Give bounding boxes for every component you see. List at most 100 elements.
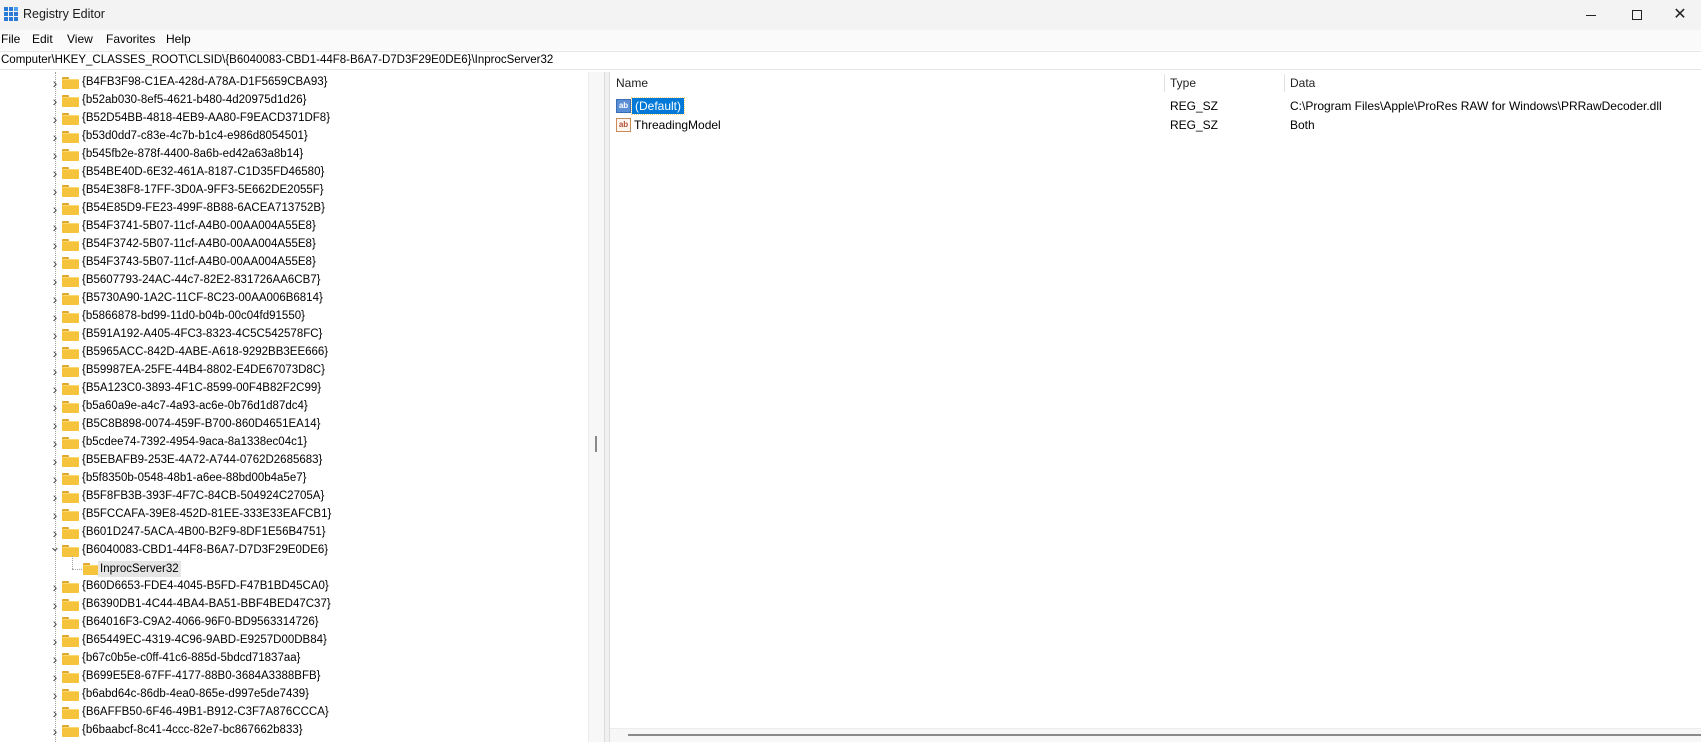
chevron-right-icon[interactable]: › <box>48 652 62 666</box>
column-header-name[interactable]: Name <box>616 76 648 90</box>
chevron-right-icon[interactable]: › <box>48 238 62 252</box>
tree-item[interactable]: › {B6AFFB50-6F46-49B1-B912-C3F7A876CCCA} <box>0 704 588 722</box>
tree-item[interactable]: › {B5607793-24AC-44c7-82E2-831726AA6CB7} <box>0 272 588 290</box>
tree-item[interactable]: › {b6baabcf-8c41-4ccc-82e7-bc867662b833} <box>0 722 588 740</box>
address-path[interactable]: Computer\HKEY_CLASSES_ROOT\CLSID\{B60400… <box>1 54 553 66</box>
address-bar[interactable]: Computer\HKEY_CLASSES_ROOT\CLSID\{B60400… <box>0 51 1701 70</box>
value-row-threadingmodel[interactable]: ab ThreadingModel REG_SZ Both <box>610 116 1701 135</box>
chevron-right-icon[interactable]: › <box>48 580 62 594</box>
chevron-right-icon[interactable]: › <box>48 724 62 738</box>
chevron-right-icon[interactable]: › <box>48 382 62 396</box>
tree-item[interactable]: › {B54F3741-5B07-11cf-A4B0-00AA004A55E8} <box>0 218 588 236</box>
chevron-right-icon[interactable]: › <box>48 292 62 306</box>
tree-item-label[interactable]: {B54BE40D-6E32-461A-8187-C1D35FD46580} <box>82 166 324 178</box>
tree-item[interactable]: › {B4FB3F98-C1EA-428d-A78A-D1F5659CBA93} <box>0 74 588 92</box>
tree-scrollbar[interactable] <box>588 72 604 742</box>
tree-item-label[interactable]: {B5FCCAFA-39E8-452D-81EE-333E33EAFCB1} <box>82 508 331 520</box>
tree-item-label[interactable]: {B5607793-24AC-44c7-82E2-831726AA6CB7} <box>82 274 321 286</box>
chevron-right-icon[interactable]: › <box>48 364 62 378</box>
chevron-right-icon[interactable]: › <box>48 256 62 270</box>
chevron-right-icon[interactable]: › <box>48 328 62 342</box>
value-name[interactable]: (Default) <box>630 97 686 115</box>
tree-item-label[interactable]: {B6040083-CBD1-44F8-B6A7-D7D3F29E0DE6} <box>82 544 328 556</box>
chevron-right-icon[interactable]: › <box>48 94 62 108</box>
chevron-right-icon[interactable]: › <box>48 274 62 288</box>
tree-item-label[interactable]: {B54E85D9-FE23-499F-8B88-6ACEA713752B} <box>82 202 325 214</box>
tree-item[interactable]: › {B52D54BB-4818-4EB9-AA80-F9EACD371DF8} <box>0 110 588 128</box>
column-header-data[interactable]: Data <box>1290 76 1315 90</box>
maximize-button[interactable] <box>1614 0 1660 30</box>
tree-item-label[interactable]: {B54F3743-5B07-11cf-A4B0-00AA004A55E8} <box>82 256 316 268</box>
chevron-right-icon[interactable]: › <box>48 454 62 468</box>
chevron-right-icon[interactable]: › <box>48 202 62 216</box>
chevron-right-icon[interactable]: › <box>48 508 62 522</box>
chevron-right-icon[interactable]: › <box>48 634 62 648</box>
menu-edit[interactable]: Edit <box>32 32 53 46</box>
tree-item-label[interactable]: {B6390DB1-4C44-4BA4-BA51-BBF4BED47C37} <box>82 598 331 610</box>
chevron-right-icon[interactable]: › <box>48 148 62 162</box>
tree-item[interactable]: › {b52ab030-8ef5-4621-b480-4d20975d1d26} <box>0 92 588 110</box>
tree-item[interactable]: ⌄ {B6040083-CBD1-44F8-B6A7-D7D3F29E0DE6} <box>0 540 588 560</box>
chevron-right-icon[interactable]: › <box>48 670 62 684</box>
tree-item[interactable]: › {B54F3742-5B07-11cf-A4B0-00AA004A55E8} <box>0 236 588 254</box>
tree-item-label[interactable]: {B5F8FB3B-393F-4F7C-84CB-504924C2705A} <box>82 490 324 502</box>
tree-scrollbar-thumb[interactable] <box>595 436 597 452</box>
chevron-right-icon[interactable]: › <box>48 418 62 432</box>
tree-item[interactable]: › {b5f8350b-0548-48b1-a6ee-88bd00b4a5e7} <box>0 470 588 488</box>
tree-item-label[interactable]: {B65449EC-4319-4C96-9ABD-E9257D00DB84} <box>82 634 327 646</box>
chevron-right-icon[interactable]: › <box>48 616 62 630</box>
tree-item-label[interactable]: {B4FB3F98-C1EA-428d-A78A-D1F5659CBA93} <box>82 76 327 88</box>
tree-item[interactable]: › {B5EBAFB9-253E-4A72-A744-0762D2685683} <box>0 452 588 470</box>
tree-item-label[interactable]: {B5C8B898-0074-459F-B700-860D4651EA14} <box>82 418 321 430</box>
tree-item-label[interactable]: {b6abd64c-86db-4ea0-865e-d997e5de7439} <box>82 688 309 700</box>
tree-item[interactable]: › {B5730A90-1A2C-11CF-8C23-00AA006B6814} <box>0 290 588 308</box>
chevron-right-icon[interactable]: › <box>48 310 62 324</box>
menu-file[interactable]: File <box>1 32 20 46</box>
tree-item-label[interactable]: {B5965ACC-842D-4ABE-A618-9292BB3EE666} <box>82 346 328 358</box>
tree-item[interactable]: › {b5cdee74-7392-4954-9aca-8a1338ec04c1} <box>0 434 588 452</box>
chevron-right-icon[interactable]: › <box>48 184 62 198</box>
tree-item-label[interactable]: {B64016F3-C9A2-4066-96F0-BD9563314726} <box>82 616 319 628</box>
tree-item-label[interactable]: {b5866878-bd99-11d0-b04b-00c04fd91550} <box>82 310 305 322</box>
tree-item-label[interactable]: {b52ab030-8ef5-4621-b480-4d20975d1d26} <box>82 94 306 106</box>
chevron-right-icon[interactable]: › <box>48 490 62 504</box>
chevron-right-icon[interactable]: › <box>48 688 62 702</box>
chevron-right-icon[interactable]: › <box>48 220 62 234</box>
chevron-right-icon[interactable]: › <box>48 130 62 144</box>
chevron-right-icon[interactable]: › <box>48 112 62 126</box>
tree-item[interactable]: › {b6abd64c-86db-4ea0-865e-d997e5de7439} <box>0 686 588 704</box>
tree-item-label[interactable]: {B54F3741-5B07-11cf-A4B0-00AA004A55E8} <box>82 220 316 232</box>
chevron-right-icon[interactable]: › <box>48 76 62 90</box>
tree-item[interactable]: › {B699E5E8-67FF-4177-88B0-3684A3388BFB} <box>0 668 588 686</box>
chevron-right-icon[interactable]: › <box>48 346 62 360</box>
tree-item-label[interactable]: {b53d0dd7-c83e-4c7b-b1c4-e986d8054501} <box>82 130 308 142</box>
chevron-right-icon[interactable]: › <box>48 436 62 450</box>
menu-favorites[interactable]: Favorites <box>106 32 155 46</box>
tree-item[interactable]: › {B54F3743-5B07-11cf-A4B0-00AA004A55E8} <box>0 254 588 272</box>
value-row-default[interactable]: ab (Default) REG_SZ C:\Program Files\App… <box>610 97 1701 116</box>
tree-item-label[interactable]: {b6baabcf-8c41-4ccc-82e7-bc867662b833} <box>82 724 303 736</box>
tree-item[interactable]: › {B5A123C0-3893-4F1C-8599-00F4B82F2C99} <box>0 380 588 398</box>
chevron-right-icon[interactable]: › <box>48 526 62 540</box>
chevron-down-icon[interactable]: ⌄ <box>48 540 62 554</box>
tree-item-label[interactable]: {B699E5E8-67FF-4177-88B0-3684A3388BFB} <box>82 670 320 682</box>
list-scrollbar-thumb[interactable] <box>628 734 1701 736</box>
tree-item-label[interactable]: {B54E38F8-17FF-3D0A-9FF3-5E662DE2055F} <box>82 184 324 196</box>
tree-item[interactable]: › {b5a60a9e-a4c7-4a93-ac6e-0b76d1d87dc4} <box>0 398 588 416</box>
tree-item-label[interactable]: {B5730A90-1A2C-11CF-8C23-00AA006B6814} <box>82 292 323 304</box>
key-tree[interactable]: › {B4FB3F98-C1EA-428d-A78A-D1F5659CBA93} ›… <box>0 72 604 742</box>
tree-item-label[interactable]: {B5A123C0-3893-4F1C-8599-00F4B82F2C99} <box>82 382 321 394</box>
menu-view[interactable]: View <box>67 32 93 46</box>
tree-item[interactable]: › {B54E38F8-17FF-3D0A-9FF3-5E662DE2055F} <box>0 182 588 200</box>
tree-item[interactable]: › {B59987EA-25FE-44B4-8802-E4DE67073D8C} <box>0 362 588 380</box>
column-divider[interactable] <box>1284 74 1285 92</box>
tree-item[interactable]: › {b67c0b5e-c0ff-41c6-885d-5bdcd71837aa} <box>0 650 588 668</box>
tree-item[interactable]: › {B54E85D9-FE23-499F-8B88-6ACEA713752B} <box>0 200 588 218</box>
tree-item[interactable]: › {b545fb2e-878f-4400-8a6b-ed42a63a8b14} <box>0 146 588 164</box>
column-divider[interactable] <box>1164 74 1165 92</box>
tree-item-label[interactable]: {B591A192-A405-4FC3-8323-4C5C542578FC} <box>82 328 322 340</box>
tree-item[interactable]: › {B5FCCAFA-39E8-452D-81EE-333E33EAFCB1} <box>0 506 588 524</box>
tree-item[interactable]: › {B54BE40D-6E32-461A-8187-C1D35FD46580} <box>0 164 588 182</box>
tree-item[interactable]: › {B64016F3-C9A2-4066-96F0-BD9563314726} <box>0 614 588 632</box>
tree-item-label[interactable]: {b5cdee74-7392-4954-9aca-8a1338ec04c1} <box>82 436 307 448</box>
